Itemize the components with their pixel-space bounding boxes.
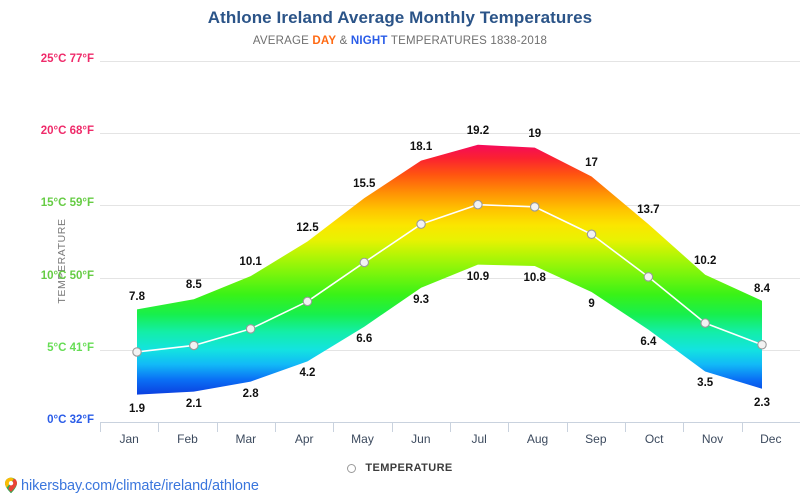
night-value-label: 2.1	[185, 397, 202, 410]
night-value-label: 2.3	[754, 396, 770, 409]
source-footer[interactable]: hikersbay.com/climate/ireland/athlone	[4, 477, 259, 494]
night-value-label: 6.4	[640, 335, 657, 348]
x-axis-tick	[275, 423, 276, 432]
x-axis-tick	[333, 423, 335, 432]
day-value-label: 8.4	[754, 282, 770, 295]
night-value-label: 10.9	[466, 270, 490, 283]
chart-subtitle: AVERAGE DAY & NIGHT TEMPERATURES 1838-20…	[0, 35, 800, 47]
x-axis-tick	[450, 423, 451, 432]
x-axis-tick	[625, 423, 626, 432]
y-axis-tick-label: 0°C 32°F	[47, 414, 94, 426]
plot-area: TEMPERATURE 0°C 32°F 5°C 41°F 10°C 50°F 15°…	[41, 53, 800, 426]
x-axis-tick	[566, 423, 568, 432]
day-value-label: 17	[585, 156, 598, 169]
subtitle-suffix: TEMPERATURES 1838-2018	[387, 35, 548, 47]
legend-item-temperature[interactable]: TEMPERATURE	[365, 462, 452, 474]
day-value-label: 19.2	[466, 124, 490, 137]
x-axis-tick	[158, 423, 160, 432]
y-axis-tick-label: 20°C 68°F	[40, 125, 94, 138]
x-axis: Jan Feb Mar Apr May Jun Jul Aug Sep Oct Nov Dec	[100, 422, 800, 452]
x-axis-month-label: Mar	[235, 432, 257, 446]
subtitle-night: NIGHT	[350, 35, 388, 47]
x-axis-month-label: Jan	[119, 432, 139, 446]
night-value-label: 6.6	[356, 332, 373, 345]
y-axis-tick-label: 10°C 50°F	[40, 269, 94, 282]
day-value-label: 10.2	[693, 254, 717, 267]
x-axis-month-label: Oct	[644, 432, 664, 446]
subtitle-day: DAY	[312, 35, 337, 47]
y-axis-title: TEMPERATURE	[56, 218, 68, 304]
x-axis-tick	[683, 423, 685, 432]
data-point-marker[interactable]	[700, 318, 710, 328]
x-axis-month-label: Feb	[177, 432, 198, 446]
day-value-label: 7.8	[129, 291, 145, 304]
x-axis-month-label: May	[351, 432, 374, 446]
subtitle-ampersand: &	[336, 35, 351, 47]
night-value-label: 9	[588, 298, 595, 311]
data-point-marker[interactable]	[643, 272, 654, 282]
y-axis-tick-label: 15°C 59°F	[40, 197, 94, 210]
x-axis-month-label: Jun	[411, 432, 431, 446]
night-value-label: 9.3	[413, 293, 430, 306]
day-value-label: 12.5	[296, 221, 319, 234]
data-point-marker[interactable]	[416, 219, 426, 229]
chart-legend: TEMPERATURE	[0, 462, 800, 474]
temperature-band	[132, 144, 767, 395]
day-value-label: 10.1	[239, 256, 262, 269]
climate-chart: Athlone Ireland Average Monthly Temperat…	[0, 0, 800, 500]
data-point-marker[interactable]	[189, 340, 199, 351]
day-value-label: 18.1	[409, 140, 433, 153]
data-point-marker[interactable]	[132, 347, 142, 357]
data-point-marker[interactable]	[359, 257, 370, 268]
x-axis-tick	[741, 423, 743, 432]
x-axis-month-label: Nov	[701, 432, 724, 446]
data-point-marker[interactable]	[473, 199, 483, 210]
day-value-label: 8.5	[185, 279, 202, 292]
night-value-label: 10.8	[523, 272, 546, 285]
data-point-marker[interactable]	[529, 202, 540, 212]
x-axis-month-label: Apr	[294, 432, 314, 446]
x-axis-month-label: Aug	[526, 432, 549, 446]
circle-outline-icon	[347, 463, 357, 473]
source-link[interactable]: hikersbay.com/climate/ireland/athlone	[21, 478, 259, 494]
x-axis-tick	[391, 423, 393, 432]
x-axis-month-label: Dec	[760, 432, 782, 446]
x-axis-tick	[100, 423, 101, 432]
x-axis-tick	[508, 423, 510, 432]
data-point-marker[interactable]	[757, 339, 767, 350]
y-axis-tick-label: 25°C 77°F	[40, 53, 94, 65]
map-pin-icon	[5, 477, 17, 493]
night-value-label: 2.8	[242, 387, 259, 400]
day-value-label: 13.7	[637, 204, 660, 217]
day-value-label: 19	[528, 127, 542, 140]
day-value-label: 15.5	[353, 178, 376, 191]
y-axis-tick-label: 5°C 41°F	[47, 341, 94, 354]
page-title: Athlone Ireland Average Monthly Temperat…	[207, 8, 593, 27]
x-axis-month-label: Jul	[471, 432, 487, 446]
data-point-marker[interactable]	[245, 324, 256, 334]
x-axis-tick	[216, 423, 218, 432]
night-value-label: 3.5	[697, 377, 714, 390]
x-axis-month-label: Sep	[585, 432, 607, 446]
data-point-marker[interactable]	[586, 229, 597, 240]
night-value-label: 1.9	[129, 402, 145, 415]
subtitle-prefix: AVERAGE	[252, 35, 313, 47]
night-value-label: 4.2	[299, 367, 316, 380]
data-point-marker[interactable]	[302, 296, 313, 307]
